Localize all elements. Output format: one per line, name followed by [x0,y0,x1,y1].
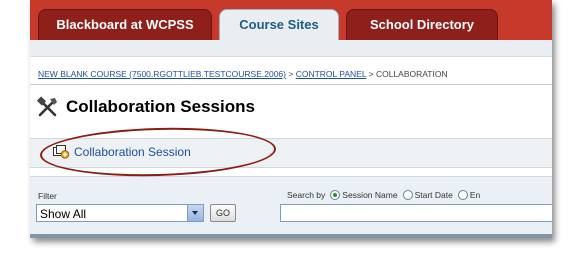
tools-icon [36,96,57,117]
search-input[interactable] [280,204,552,222]
radio-start-date-label: Start Date [414,190,453,200]
sub-nav-band [30,40,552,57]
tab-school-directory[interactable]: School Directory [346,9,498,42]
filter-selected-value: Show All [40,207,87,221]
search-by-label: Search by [287,190,326,200]
chevron-down-icon[interactable] [187,205,203,221]
radio-end-date[interactable] [457,190,468,200]
filter-label: Filter [38,191,57,201]
radio-start-date[interactable] [402,190,413,200]
divider [30,84,552,85]
breadcrumb-separator: > [288,69,294,79]
filter-select[interactable]: Show All [36,204,204,222]
radio-session-name-label: Session Name [342,190,398,200]
tab-bar: Blackboard at WCPSS Course Sites School … [30,0,552,42]
go-button[interactable]: GO [210,204,236,222]
blackboard-page: Blackboard at WCPSS Course Sites School … [30,0,552,238]
radio-end-date-label: En [469,190,481,200]
breadcrumb-course-link[interactable]: NEW BLANK COURSE (7500.RGOTTLIEB.TESTCOU… [38,69,286,79]
search-by-group: Search by Session Name Start Date En [287,190,480,200]
screenshot-frame: Blackboard at WCPSS Course Sites School … [30,0,562,246]
highlight-ellipse [39,124,277,180]
filter-panel: Filter Show All GO Search by Session Nam… [30,176,552,235]
tab-course-sites[interactable]: Course Sites [219,9,339,42]
table-header-strip [30,234,552,238]
page-header: Collaboration Sessions [36,95,255,119]
radio-session-name[interactable] [330,190,341,200]
tab-blackboard-at-wcpss[interactable]: Blackboard at WCPSS [38,9,212,42]
breadcrumb-control-panel-link[interactable]: CONTROL PANEL [296,69,367,79]
breadcrumb: NEW BLANK COURSE (7500.RGOTTLIEB.TESTCOU… [38,69,448,79]
page-title: Collaboration Sessions [66,97,255,116]
breadcrumb-current: COLLABORATION [375,69,448,79]
breadcrumb-separator: > [368,69,374,79]
